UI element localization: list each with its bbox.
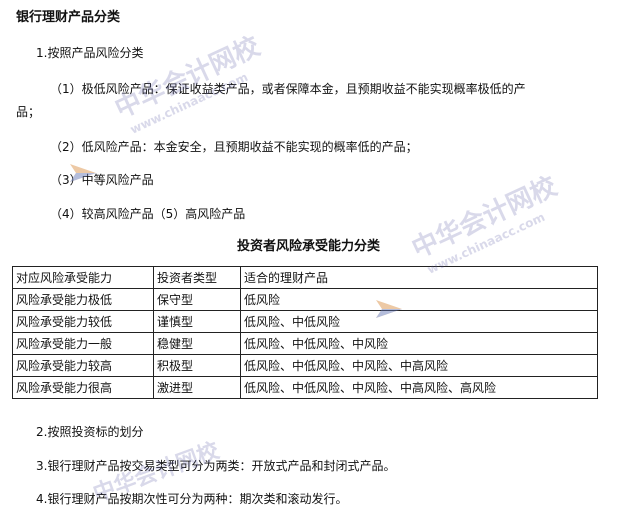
item-2: （2）低风险产品：本金安全，且预期收益不能实现的概率低的产品； [50,140,418,154]
table-cell: 稳健型 [153,332,241,355]
item-3: （3）中等风险产品 [50,173,154,187]
table-cell: 积极型 [153,354,241,377]
item-4-5: （4）较高风险产品（5）高风险产品 [50,207,246,221]
table-row: 风险承受能力极低 保守型 低风险 [12,288,598,311]
header-cell: 适合的理财产品 [240,266,598,289]
table-title: 投资者风险承受能力分类 [236,239,380,254]
page-heading: 银行理财产品分类 [16,10,121,25]
table-cell: 谨慎型 [153,310,241,333]
section-1-title: 1.按照产品风险分类 [36,46,144,60]
table-cell: 保守型 [153,288,241,311]
table-cell: 低风险 [240,288,598,311]
item-1-line-1: （1）极低风险产品：保证收益类产品，或者保障本金，且预期收益不能实现概率极低的产 [50,82,526,96]
table-cell: 低风险、中低风险、中风险、中高风险 [240,354,598,377]
table-cell: 激进型 [153,376,241,399]
table-cell: 风险承受能力较低 [12,310,154,333]
table-row: 风险承受能力较低 谨慎型 低风险、中低风险 [12,310,598,333]
table-row: 风险承受能力较高 积极型 低风险、中低风险、中风险、中高风险 [12,354,598,377]
table-row: 风险承受能力很高 激进型 低风险、中低风险、中风险、中高风险、高风险 [12,376,598,399]
table-cell: 风险承受能力极低 [12,288,154,311]
header-cell: 投资者类型 [153,266,241,289]
watermark-logo-icon [70,164,96,182]
item-1-line-2: 品； [16,105,41,119]
table-cell: 低风险、中低风险 [240,310,598,333]
section-3-text: 3.银行理财产品按交易类型可分为两类：开放式产品和封闭式产品。 [36,459,396,473]
table-cell: 风险承受能力一般 [12,332,154,355]
table-cell: 风险承受能力较高 [12,354,154,377]
table-cell: 低风险、中低风险、中风险 [240,332,598,355]
risk-table: 对应风险承受能力 投资者类型 适合的理财产品 风险承受能力极低 保守型 低风险 … [12,266,598,399]
watermark-logo-icon [376,300,402,318]
table-cell: 风险承受能力很高 [12,376,154,399]
table-header-row: 对应风险承受能力 投资者类型 适合的理财产品 [12,266,598,289]
section-2-title: 2.按照投资标的划分 [36,425,144,439]
section-4-text: 4.银行理财产品按期次性可分为两种：期次类和滚动发行。 [36,492,348,506]
watermark-text: 中华会计网校 [110,31,265,125]
table-row: 风险承受能力一般 稳健型 低风险、中低风险、中风险 [12,332,598,355]
header-cell: 对应风险承受能力 [12,266,154,289]
table-cell: 低风险、中低风险、中风险、中高风险、高风险 [240,376,598,399]
